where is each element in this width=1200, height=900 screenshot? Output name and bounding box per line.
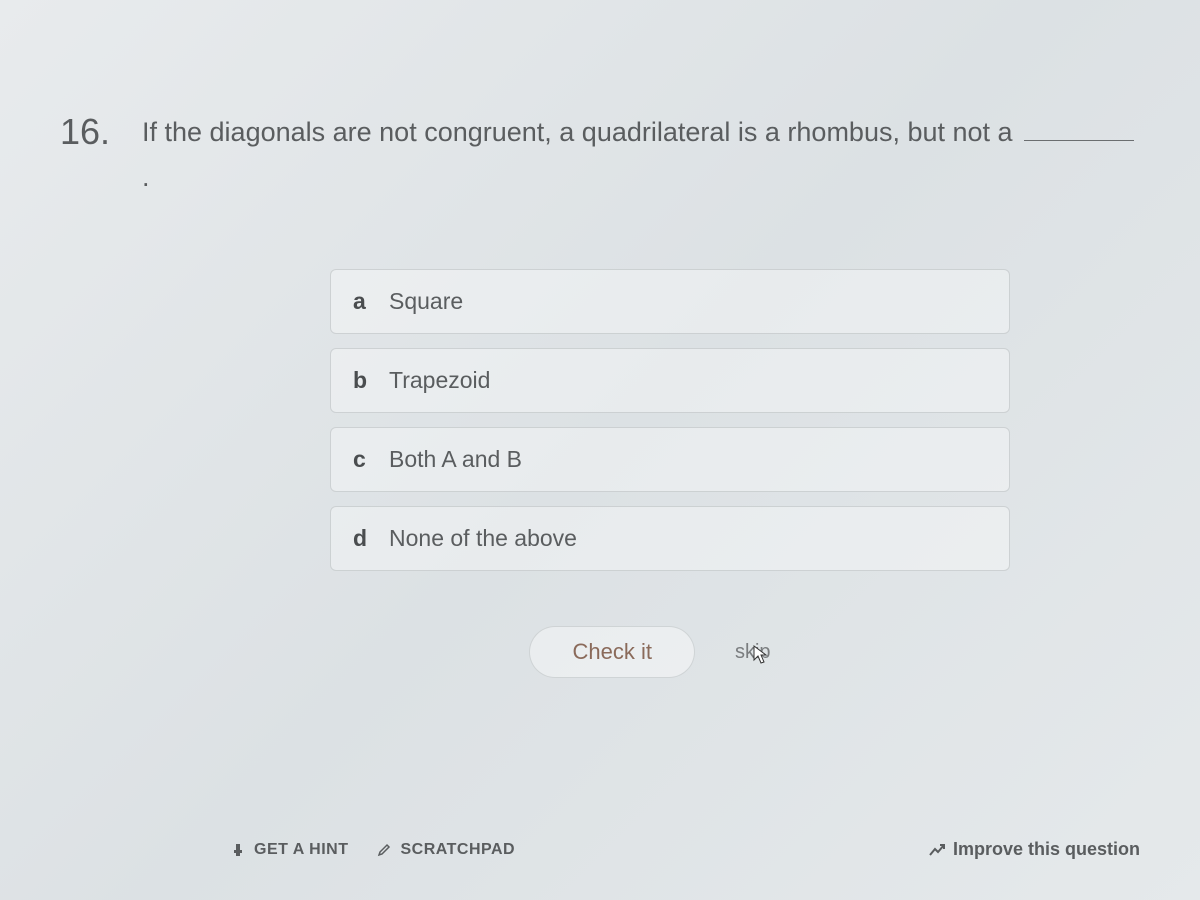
get-hint-button[interactable]: GET A HINT	[230, 841, 348, 859]
check-button[interactable]: Check it	[529, 626, 694, 678]
choice-letter: d	[353, 525, 375, 552]
choice-b[interactable]: b Trapezoid	[330, 348, 1010, 413]
improve-question-button[interactable]: Improve this question	[929, 839, 1140, 860]
action-row: Check it skip	[160, 626, 1140, 678]
choice-letter: a	[353, 288, 375, 315]
hint-icon	[230, 842, 246, 858]
choice-letter: b	[353, 367, 375, 394]
choice-c[interactable]: c Both A and B	[330, 427, 1010, 492]
skip-link[interactable]: skip	[735, 641, 771, 664]
answer-choices: a Square b Trapezoid c Both A and B d No…	[330, 269, 1010, 571]
choice-letter: c	[353, 446, 375, 473]
choice-text: Trapezoid	[389, 367, 490, 394]
question-text-before: If the diagonals are not congruent, a qu…	[142, 117, 1013, 147]
question-text: If the diagonals are not congruent, a qu…	[142, 110, 1140, 199]
trend-icon	[929, 842, 945, 858]
question-text-after: .	[142, 162, 150, 192]
choice-a[interactable]: a Square	[330, 269, 1010, 334]
improve-label: Improve this question	[953, 839, 1140, 860]
question-number: 16.	[60, 110, 124, 153]
scratchpad-button[interactable]: SCRATCHPAD	[376, 841, 515, 859]
choice-text: Square	[389, 288, 463, 315]
fill-blank	[1024, 117, 1134, 141]
quiz-container: 16. If the diagonals are not congruent, …	[0, 0, 1200, 773]
bottom-left: GET A HINT SCRATCHPAD	[230, 841, 515, 859]
scratchpad-label: SCRATCHPAD	[400, 841, 515, 859]
question-row: 16. If the diagonals are not congruent, …	[60, 110, 1140, 199]
hint-label: GET A HINT	[254, 841, 348, 859]
bottom-bar: GET A HINT SCRATCHPAD Improve this quest…	[0, 839, 1200, 860]
cursor-icon	[753, 645, 769, 670]
pencil-icon	[376, 842, 392, 858]
choice-d[interactable]: d None of the above	[330, 506, 1010, 571]
choice-text: Both A and B	[389, 446, 522, 473]
choice-text: None of the above	[389, 525, 577, 552]
